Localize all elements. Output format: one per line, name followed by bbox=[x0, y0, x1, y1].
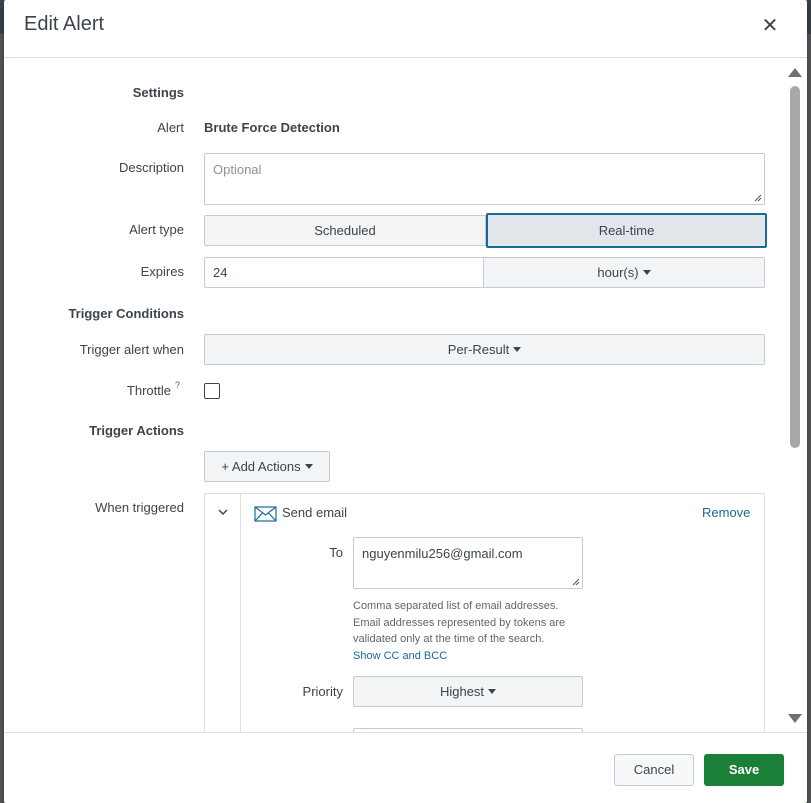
alert-type-label: Alert type bbox=[129, 222, 184, 237]
show-cc-bcc-link[interactable]: Show CC and BCC bbox=[353, 648, 593, 665]
to-email-hint: Comma separated list of email addresses.… bbox=[353, 598, 593, 664]
modal-body: Settings Alert Brute Force Detection Des… bbox=[4, 59, 807, 732]
throttle-help-icon[interactable]: ? bbox=[175, 380, 180, 390]
hint-line: validated only at the time of the search… bbox=[353, 633, 545, 645]
chevron-down-icon bbox=[513, 347, 522, 353]
throttle-checkbox[interactable] bbox=[204, 383, 220, 399]
cancel-button[interactable]: Cancel bbox=[614, 754, 694, 786]
alert-name-value: Brute Force Detection bbox=[204, 120, 340, 135]
email-icon bbox=[254, 506, 277, 522]
alert-label: Alert bbox=[157, 120, 184, 135]
trigger-actions-heading: Trigger Actions bbox=[89, 423, 184, 438]
hint-line: Email addresses represented by tokens ar… bbox=[353, 616, 566, 629]
expires-input[interactable]: 24 bbox=[204, 257, 484, 288]
priority-label: Priority bbox=[302, 684, 343, 699]
action-panel: Send email Remove To nguyenmilu256@gmail… bbox=[204, 493, 765, 732]
expires-label: Expires bbox=[140, 264, 184, 279]
throttle-label: Throttle bbox=[126, 383, 171, 398]
expires-value: 24 bbox=[213, 265, 228, 280]
close-icon[interactable]: ✕ bbox=[760, 16, 780, 36]
description-field[interactable]: Optional bbox=[204, 153, 765, 205]
chevron-down-icon bbox=[642, 270, 651, 276]
trigger-when-value: Per-Result bbox=[447, 342, 510, 357]
expires-unit-dropdown[interactable]: hour(s) bbox=[483, 257, 765, 288]
to-email-value: nguyenmilu256@gmail.com bbox=[362, 546, 523, 561]
trigger-when-dropdown[interactable]: Per-Result bbox=[204, 334, 765, 365]
modal-title: Edit Alert bbox=[24, 13, 105, 35]
to-label: To bbox=[329, 545, 343, 560]
save-button[interactable]: Save bbox=[704, 754, 784, 786]
trigger-conditions-heading: Trigger Conditions bbox=[68, 306, 184, 321]
alert-type-realtime-button[interactable]: Real-time bbox=[486, 213, 767, 248]
hint-line: Comma separated list of email addresses. bbox=[353, 600, 559, 612]
chevron-down-icon bbox=[304, 464, 313, 470]
action-collapse-column bbox=[205, 494, 241, 732]
alert-type-scheduled-button[interactable]: Scheduled bbox=[204, 215, 486, 246]
description-placeholder: Optional bbox=[213, 162, 262, 177]
settings-heading: Settings bbox=[132, 85, 184, 100]
add-actions-label: + Add Actions bbox=[221, 459, 301, 474]
priority-value: Highest bbox=[439, 684, 485, 699]
action-name: Send email bbox=[282, 505, 348, 520]
when-triggered-label: When triggered bbox=[95, 500, 184, 515]
description-label: Description bbox=[118, 160, 184, 175]
trigger-when-label: Trigger alert when bbox=[79, 342, 184, 357]
expires-unit-label: hour(s) bbox=[597, 265, 639, 280]
chevron-down-icon bbox=[488, 689, 497, 695]
to-email-field[interactable]: nguyenmilu256@gmail.com bbox=[353, 537, 583, 589]
resize-handle-icon[interactable] bbox=[572, 578, 580, 586]
edit-alert-modal: Edit Alert ✕ Settings Alert Brute Force … bbox=[4, 0, 807, 803]
priority-dropdown[interactable]: Highest bbox=[353, 676, 583, 707]
scroll-down-icon[interactable] bbox=[788, 714, 802, 723]
add-actions-button[interactable]: + Add Actions bbox=[204, 451, 330, 482]
remove-action-link[interactable]: Remove bbox=[702, 505, 750, 520]
resize-handle-icon[interactable] bbox=[754, 194, 762, 202]
scrollbar-thumb[interactable] bbox=[790, 86, 800, 448]
scroll-up-icon[interactable] bbox=[788, 68, 802, 77]
chevron-down-icon[interactable] bbox=[218, 508, 228, 516]
modal-footer: Cancel Save bbox=[4, 732, 807, 803]
modal-header: Edit Alert ✕ bbox=[4, 0, 807, 58]
